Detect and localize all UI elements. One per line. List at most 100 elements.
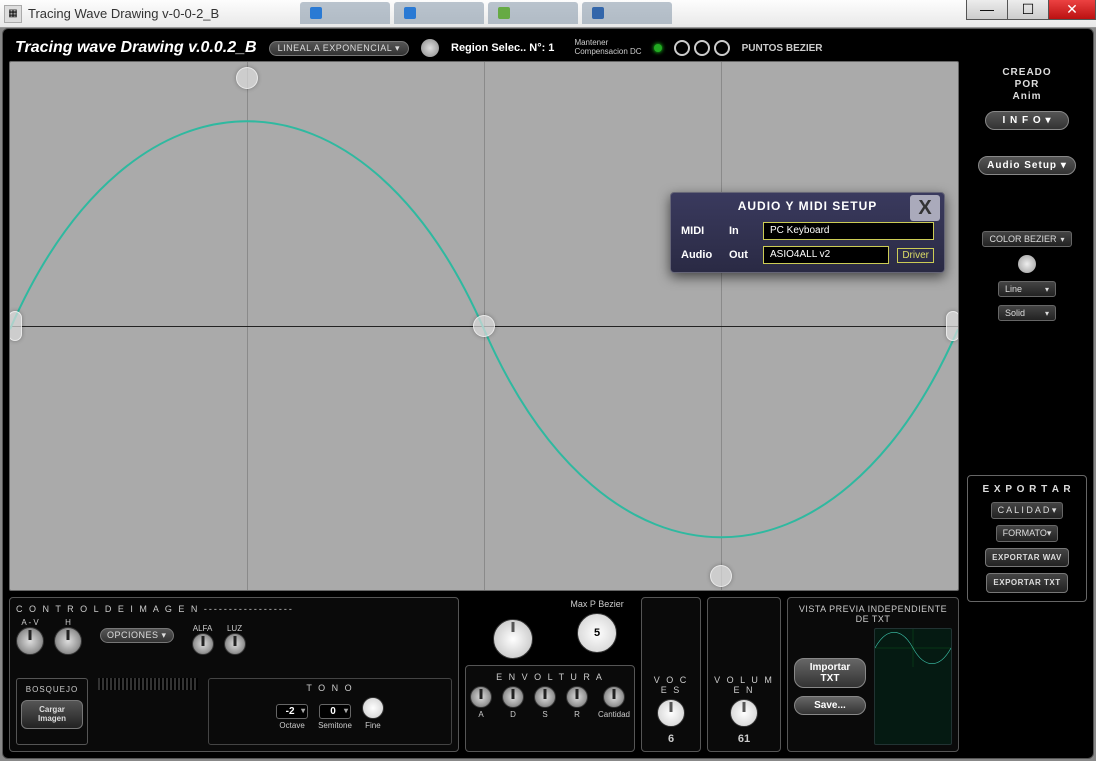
vol-label: V O L U M E N [714, 675, 774, 695]
audio-setup-button[interactable]: Audio Setup ▾ [978, 156, 1076, 175]
region-label: Region Selec.. N°: 1 [451, 42, 554, 54]
fine-knob[interactable] [362, 697, 384, 719]
txt-preview-canvas [874, 628, 952, 745]
env-a-knob[interactable] [470, 686, 492, 708]
tono-title: T O N O [213, 683, 447, 693]
bezier-handle[interactable] [710, 565, 732, 587]
window-title: Tracing Wave Drawing v-0-0-2_B [28, 6, 219, 21]
calidad-dropdown[interactable]: C A L I D A D ▾ [991, 502, 1064, 519]
env-s-label: S [542, 710, 547, 719]
molde-label: M O L D E [476, 597, 550, 615]
bezier-handle[interactable] [236, 67, 258, 89]
bezier-ring[interactable] [714, 40, 730, 56]
voces-value: 6 [668, 733, 674, 745]
dc-led[interactable] [654, 44, 662, 52]
fine-label: Fine [365, 721, 381, 730]
export-panel: E X P O R T A R C A L I D A D ▾ FORMATO▾… [967, 475, 1087, 602]
sketch-preview [98, 678, 198, 690]
env-r-label: R [574, 710, 580, 719]
env-s-knob[interactable] [534, 686, 556, 708]
maxp-label: Max P Bezier [570, 599, 623, 609]
save-button[interactable]: Save... [794, 696, 866, 715]
header-knob[interactable] [421, 39, 439, 57]
app-body: Tracing wave Drawing v.0.0.2_B LINEAL A … [2, 28, 1094, 759]
env-d-label: D [510, 710, 516, 719]
h-knob[interactable] [54, 627, 82, 655]
line-dropdown[interactable]: Line▾ [998, 281, 1056, 297]
export-txt-button[interactable]: EXPORTAR TXT [986, 573, 1067, 593]
av-knob[interactable] [16, 627, 44, 655]
edge-handle-right[interactable] [946, 311, 959, 341]
mode-dropdown[interactable]: LINEAL A EXPONENCIAL ▾ [269, 41, 409, 56]
driver-button[interactable]: Driver [897, 248, 934, 263]
bg-tab[interactable] [582, 2, 672, 24]
in-label: In [729, 225, 755, 237]
env-r-knob[interactable] [566, 686, 588, 708]
dialog-close-button[interactable]: X [910, 195, 940, 221]
luz-label: LUZ [224, 624, 246, 633]
bezier-handle[interactable] [473, 315, 495, 337]
info-button[interactable]: I N F O ▾ [985, 111, 1069, 130]
close-button[interactable]: ✕ [1048, 0, 1096, 20]
window-titlebar: ▦ Tracing Wave Drawing v-0-0-2_B — ☐ ✕ [0, 0, 1096, 28]
semitone-label: Semitone [318, 721, 352, 730]
env-a-label: A [478, 710, 483, 719]
voces-knob[interactable] [657, 699, 685, 727]
vol-knob[interactable] [730, 699, 758, 727]
octave-label: Octave [279, 721, 304, 730]
bg-tab[interactable] [394, 2, 484, 24]
background-tabs [300, 2, 672, 24]
bg-tab[interactable] [488, 2, 578, 24]
semitone-spin[interactable]: 0 [319, 704, 351, 719]
minimize-button[interactable]: — [966, 0, 1008, 20]
bezier-ring[interactable] [694, 40, 710, 56]
right-sidebar: CREADO POR Anim I N F O ▾ Audio Setup ▾ … [967, 61, 1087, 752]
app-icon: ▦ [4, 5, 22, 23]
audio-label: Audio [681, 249, 721, 261]
opciones-dropdown[interactable]: OPCIONES ▾ [100, 628, 174, 643]
maximize-button[interactable]: ☐ [1007, 0, 1049, 20]
env-amt-knob[interactable] [603, 686, 625, 708]
env-title: E N V O L T U R A [472, 672, 628, 682]
molde-knob[interactable] [493, 619, 533, 659]
voces-label: V O C E S [648, 675, 694, 695]
bg-tab[interactable] [300, 2, 390, 24]
vol-value: 61 [738, 733, 750, 745]
midi-label: MIDI [681, 225, 721, 237]
h-label: H [54, 618, 82, 627]
audio-midi-dialog: X AUDIO Y MIDI SETUP MIDI In PC Keyboard… [670, 192, 945, 273]
bosquejo-box: BOSQUEJO Cargar Imagen [16, 678, 88, 746]
octave-spin[interactable]: -2 [276, 704, 308, 719]
midi-in-field[interactable]: PC Keyboard [763, 222, 934, 240]
luz-knob[interactable] [224, 633, 246, 655]
maxp-knob[interactable]: 5 [577, 613, 617, 653]
av-label: A - V [16, 618, 44, 627]
bezier-points-group [674, 40, 730, 56]
app-title: Tracing wave Drawing v.0.0.2_B [15, 39, 257, 57]
img-ctrl-title: C O N T R O L D E I M A G E N ----------… [16, 604, 452, 614]
alfa-label: ALFA [192, 624, 214, 633]
bosquejo-label: BOSQUEJO [26, 685, 78, 694]
export-wav-button[interactable]: EXPORTAR WAV [985, 548, 1069, 568]
export-title: E X P O R T A R [982, 484, 1071, 496]
color-bezier-dropdown[interactable]: COLOR BEZIER▾ [982, 231, 1071, 247]
top-toolbar: Tracing wave Drawing v.0.0.2_B LINEAL A … [9, 35, 1087, 61]
preview-title: VISTA PREVIA INDEPENDIENTE DE TXT [794, 604, 952, 624]
audio-out-field[interactable]: ASIO4ALL v2 [763, 246, 889, 264]
color-bezier-knob[interactable] [1018, 255, 1036, 273]
env-d-knob[interactable] [502, 686, 524, 708]
env-amt-label: Cantidad [598, 710, 630, 719]
out-label: Out [729, 249, 755, 261]
waveform-canvas[interactable]: X AUDIO Y MIDI SETUP MIDI In PC Keyboard… [9, 61, 959, 591]
dc-label-2: Compensacion DC [574, 48, 641, 57]
alfa-knob[interactable] [192, 633, 214, 655]
bezier-ring[interactable] [674, 40, 690, 56]
edge-handle-left[interactable] [9, 311, 22, 341]
formato-dropdown[interactable]: FORMATO▾ [996, 525, 1059, 542]
importar-txt-button[interactable]: Importar TXT [794, 658, 866, 688]
dialog-title: AUDIO Y MIDI SETUP [671, 193, 944, 219]
cargar-imagen-button[interactable]: Cargar Imagen [21, 700, 83, 729]
created-by-label: CREADO POR Anim [1002, 67, 1051, 103]
solid-dropdown[interactable]: Solid▾ [998, 305, 1056, 321]
bezier-label: PUNTOS BEZIER [742, 43, 823, 54]
